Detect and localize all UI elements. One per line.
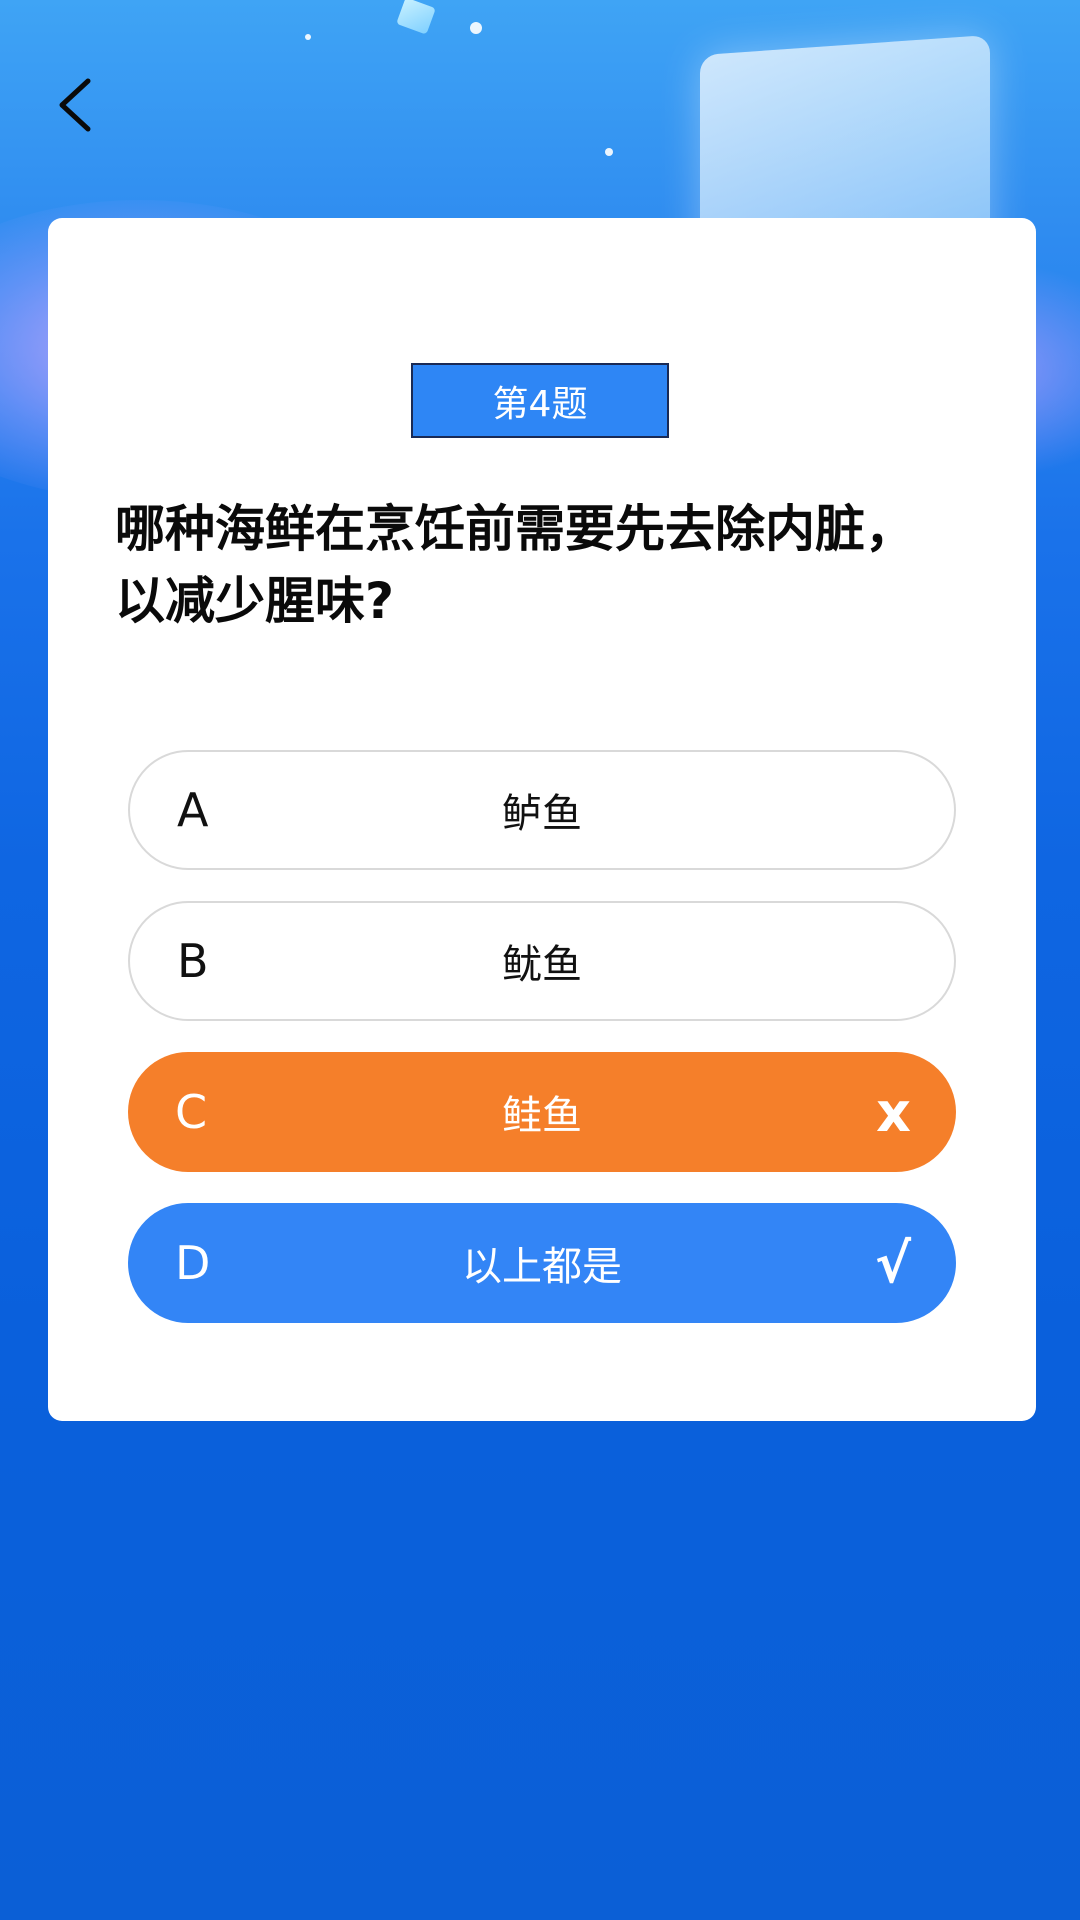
quiz-screen: 第4题 哪种海鲜在烹饪前需要先去除内脏，以减少腥味? 鲈鱼 A 鱿鱼 B 鲑鱼 … (0, 0, 1080, 1920)
option-text: 以上都是 (462, 1244, 622, 1290)
option-c[interactable]: 鲑鱼 C x (128, 1052, 956, 1172)
back-button[interactable] (44, 70, 104, 140)
question-number-badge: 第4题 (411, 363, 669, 438)
correct-check-icon: √ (874, 1231, 911, 1295)
option-b[interactable]: 鱿鱼 B (128, 901, 956, 1021)
option-d[interactable]: 以上都是 D √ (128, 1203, 956, 1323)
option-text: 鲈鱼 (502, 791, 582, 837)
option-text: 鲑鱼 (502, 1093, 582, 1139)
option-letter: A (177, 783, 209, 837)
background-sparkle (605, 148, 613, 156)
option-letter: B (177, 934, 209, 988)
quiz-card: 第4题 哪种海鲜在烹饪前需要先去除内脏，以减少腥味? 鲈鱼 A 鱿鱼 B 鲑鱼 … (48, 218, 1036, 1421)
background-sparkle (470, 22, 482, 34)
background-cube (396, 0, 436, 35)
wrong-mark-icon: x (876, 1080, 911, 1144)
option-a[interactable]: 鲈鱼 A (128, 750, 956, 870)
question-text: 哪种海鲜在烹饪前需要先去除内脏，以减少腥味? (115, 500, 915, 630)
option-text: 鱿鱼 (502, 942, 582, 988)
option-letter: D (175, 1236, 211, 1290)
chevron-left-icon (59, 78, 91, 132)
background-sparkle (305, 34, 311, 40)
option-letter: C (175, 1085, 208, 1139)
